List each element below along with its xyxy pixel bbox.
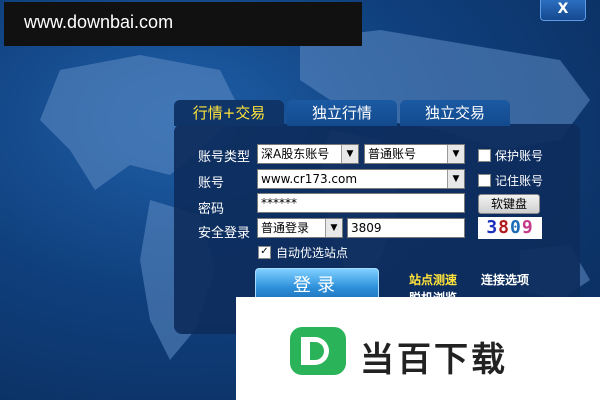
connection-options-link[interactable]: 连接选项: [481, 271, 529, 288]
captcha-digit: 0: [510, 217, 522, 238]
site-watermark-banner: www.downbai.com: [4, 2, 362, 46]
security-login-value: 普通登录: [261, 221, 310, 235]
remember-account-label: 记住账号: [495, 174, 544, 188]
protect-account-checkbox[interactable]: [478, 149, 491, 162]
captcha-image[interactable]: 3809: [478, 217, 542, 239]
account-kind-value: 普通账号: [368, 147, 417, 161]
security-login-select[interactable]: 普通登录 ▼: [257, 218, 343, 238]
remember-account-checkbox[interactable]: [478, 174, 491, 187]
close-icon: X: [557, 1, 569, 17]
account-value: www.cr173.com: [261, 172, 358, 186]
chevron-down-icon: ▼: [341, 145, 358, 163]
password-input[interactable]: ******: [257, 193, 465, 213]
site-speed-test-link[interactable]: 站点测速: [409, 271, 457, 288]
password-value: ******: [261, 196, 297, 210]
captcha-input-value: 3809: [351, 221, 382, 235]
tab-quote-only[interactable]: 独立行情: [287, 100, 397, 126]
account-input[interactable]: www.cr173.com ▼: [257, 169, 465, 189]
auto-site-label: 自动优选站点: [276, 246, 349, 260]
soft-keyboard-button[interactable]: 软键盘: [478, 194, 540, 214]
chevron-down-icon: ▼: [325, 219, 342, 237]
captcha-digit: 3: [486, 217, 499, 238]
tab-quote-trade[interactable]: 行情+交易: [174, 100, 284, 126]
captcha-input[interactable]: 3809: [347, 218, 465, 238]
chevron-down-icon: ▼: [447, 170, 464, 188]
account-label: 账号: [198, 176, 225, 191]
tab-trade-only[interactable]: 独立交易: [400, 100, 510, 126]
account-type-value: 深A股东账号: [261, 147, 330, 161]
captcha-digit: 9: [521, 217, 534, 238]
watermark-text: 当百下载: [360, 340, 508, 380]
captcha-digit: 8: [498, 217, 510, 238]
account-type-select[interactable]: 深A股东账号 ▼: [257, 144, 359, 164]
chevron-down-icon: ▼: [447, 145, 464, 163]
watermark-logo-icon: [290, 327, 346, 375]
account-kind-select[interactable]: 普通账号 ▼: [364, 144, 465, 164]
protect-account-label: 保护账号: [495, 149, 544, 163]
security-login-label: 安全登录: [198, 226, 251, 241]
account-type-label: 账号类型: [198, 150, 251, 165]
auto-site-checkbox[interactable]: ✓: [258, 246, 271, 259]
check-icon: ✓: [260, 246, 269, 257]
password-label: 密码: [198, 202, 225, 217]
close-button[interactable]: X: [540, 0, 586, 21]
